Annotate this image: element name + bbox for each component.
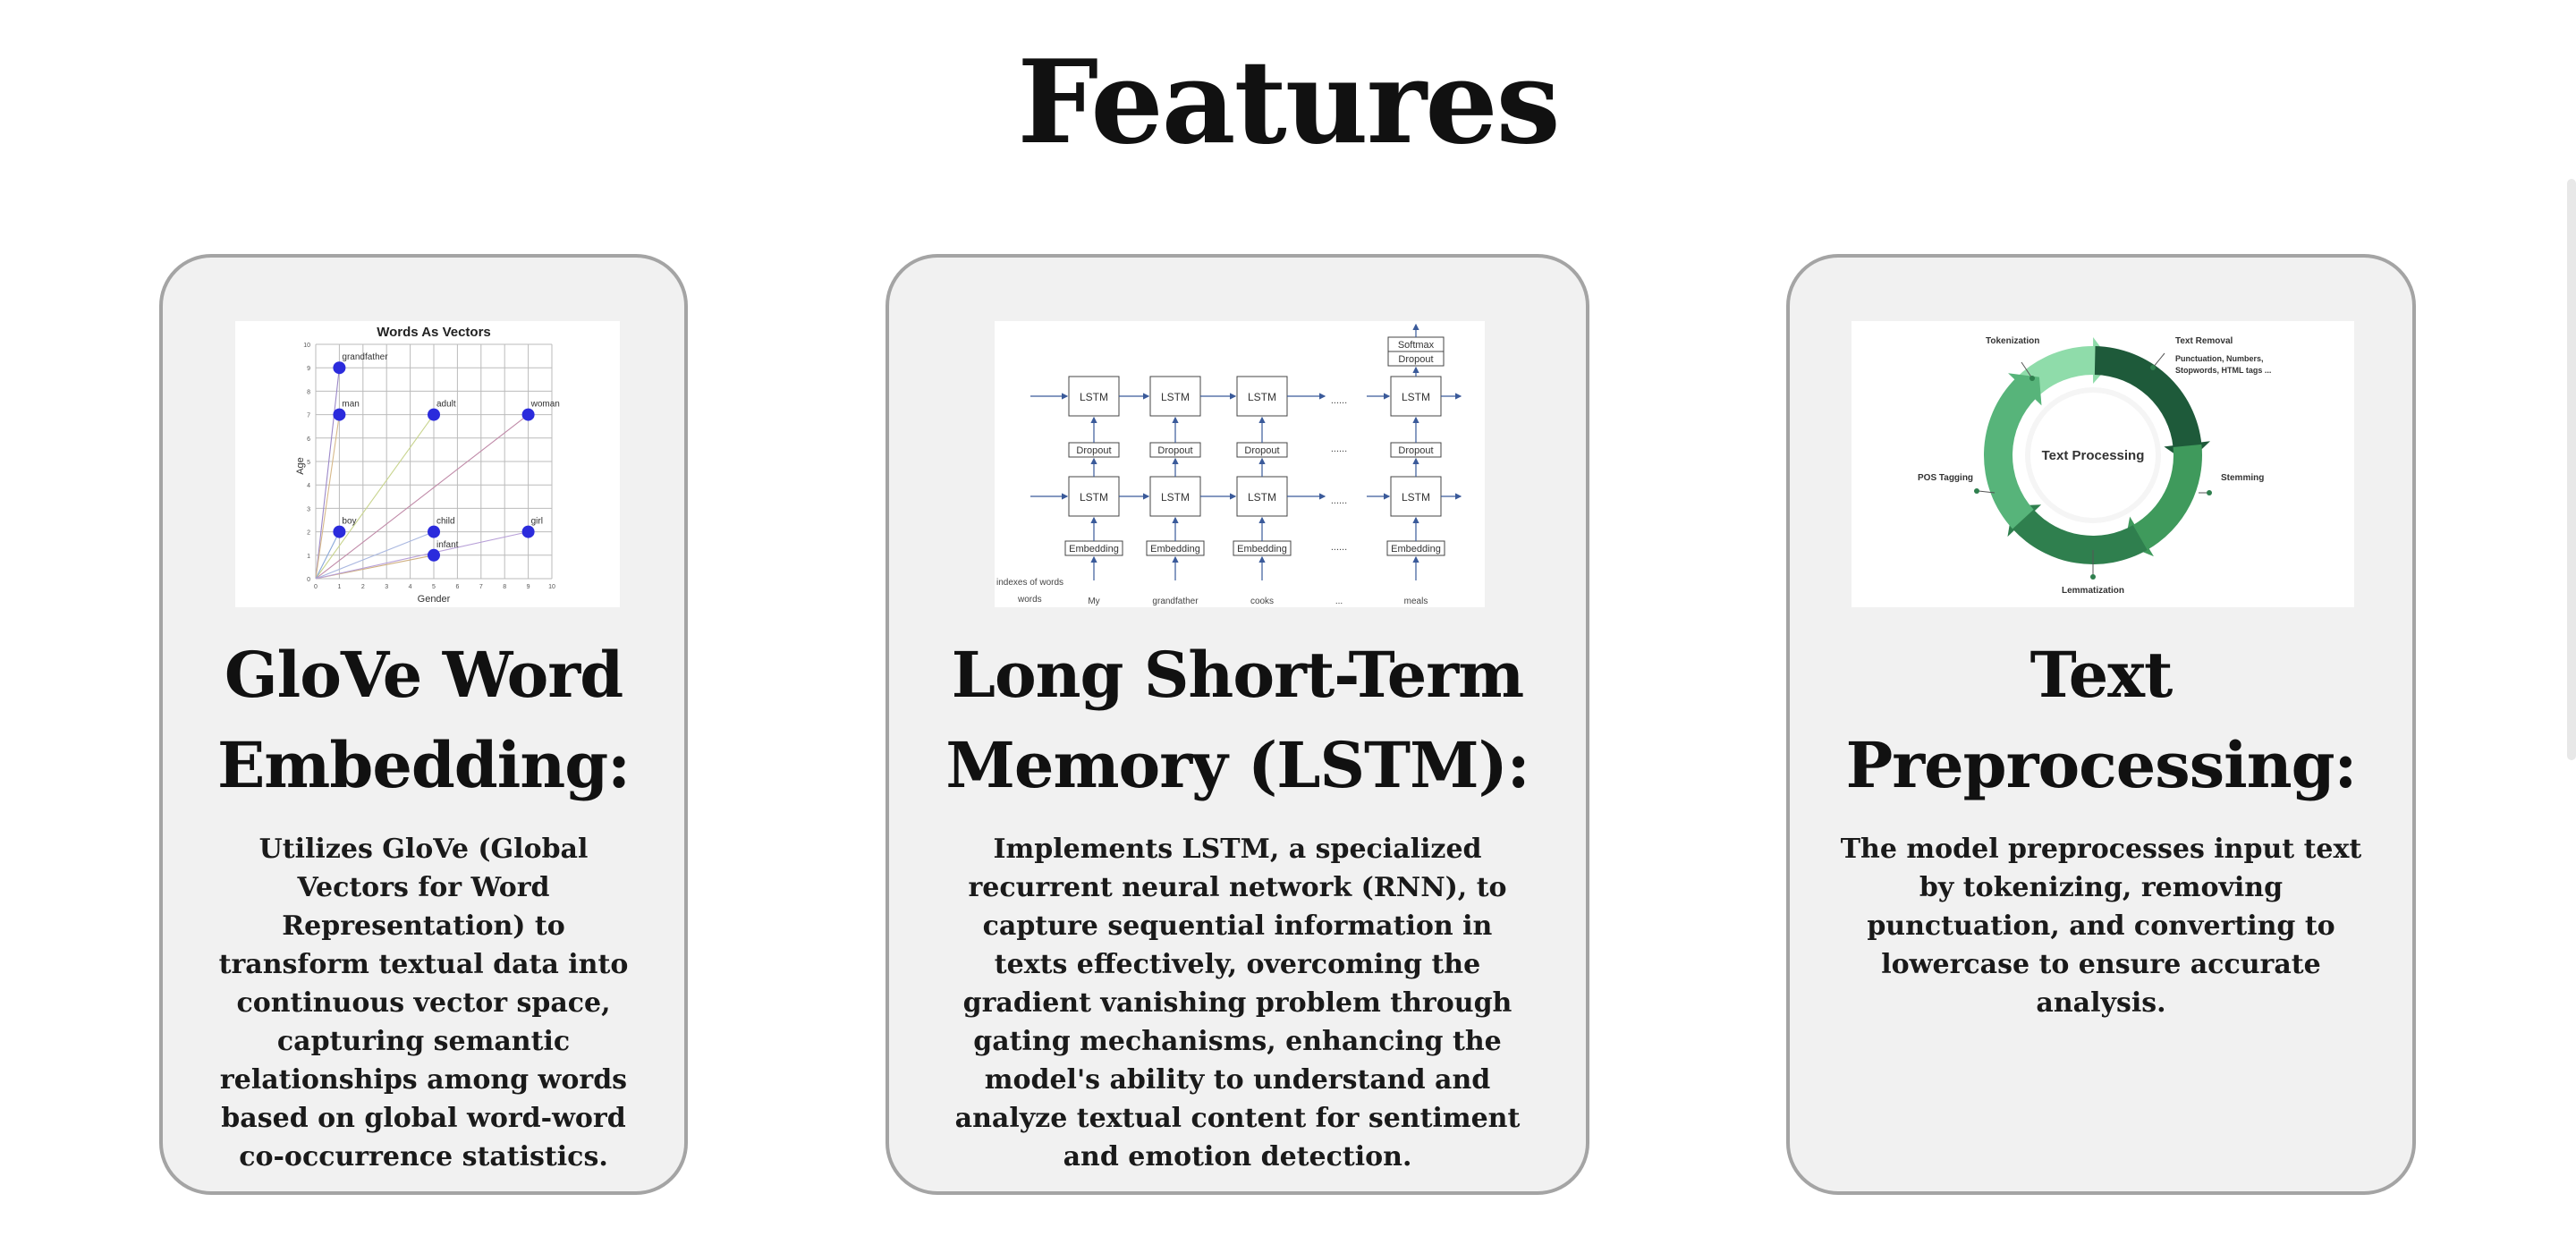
glove-point: [333, 361, 346, 375]
card-title: Text Preprocessing:: [1845, 638, 2358, 802]
glove-y-tick: 9: [307, 366, 310, 372]
glove-ylabel: Age: [295, 457, 306, 475]
glove-vector-line: [315, 414, 529, 580]
glove-point-label: grandfather: [342, 352, 388, 362]
glove-figure: Words As Vectors 0 0 1 1 2 2 3 3 4 4 5 5 6 6 7 7 8 8 9 9 10 1…: [235, 321, 620, 607]
lstm-cell-label: LSTM: [1161, 391, 1190, 403]
card-title: Long Short-Term Memory (LSTM):: [945, 638, 1530, 802]
embedding-label: Embedding: [1150, 544, 1200, 555]
ellipsis-top: ......: [1331, 395, 1347, 406]
feature-card-preprocessing: Text Processing Tokenization Text Remova…: [1786, 254, 2416, 1195]
lstm-cell-label: LSTM: [1080, 391, 1108, 403]
text-removal-detail: Punctuation, Numbers,: [2175, 354, 2264, 363]
word-label: My: [1088, 597, 1099, 606]
ellipsis-bottom: ......: [1331, 495, 1347, 506]
embedding-label: Embedding: [1391, 544, 1441, 555]
lstm-cell-label: LSTM: [1402, 391, 1430, 403]
dropout-label: Dropout: [1157, 445, 1192, 456]
glove-y-tick: 0: [307, 577, 310, 583]
lstm-cell-label: LSTM: [1161, 491, 1190, 504]
lstm-cell-label: LSTM: [1080, 491, 1108, 504]
dropout-label: Dropout: [1398, 445, 1433, 456]
glove-vector-line: [315, 368, 340, 580]
glove-point: [428, 548, 440, 562]
dropout-label: Dropout: [1076, 445, 1111, 456]
glove-point-label: adult: [436, 400, 456, 410]
glove-x-tick: 10: [548, 584, 555, 590]
preprocessing-figure: Text Processing Tokenization Text Remova…: [1852, 321, 2354, 607]
lstm-figure: LSTM Dropout LSTM Embedding LSTM Dropout LSTM E…: [995, 321, 1485, 607]
glove-y-tick: 7: [307, 413, 310, 419]
glove-y-tick: 8: [307, 389, 310, 395]
word-label: cooks: [1250, 597, 1274, 606]
tokenization-label: Tokenization: [1986, 336, 2039, 346]
glove-x-tick: 3: [385, 584, 388, 590]
ellipsis-dropout: ......: [1331, 444, 1347, 454]
glove-y-tick: 6: [307, 436, 310, 443]
lstm-cell-label: LSTM: [1248, 391, 1276, 403]
glove-point-label: boy: [342, 517, 356, 527]
glove-point: [521, 408, 535, 421]
lstm-cell-label: LSTM: [1402, 491, 1430, 504]
glove-y-tick: 10: [303, 343, 310, 349]
glove-y-tick: 2: [307, 530, 310, 537]
glove-x-tick: 2: [361, 584, 365, 590]
glove-point-label: child: [436, 517, 455, 527]
glove-y-tick: 4: [307, 483, 310, 489]
text-removal-label: Text Removal: [2175, 336, 2233, 346]
glove-vector-line: [315, 414, 340, 580]
card-title: GloVe Word Embedding:: [216, 638, 631, 802]
glove-point-label: woman: [530, 400, 560, 410]
word-label: ...: [1335, 597, 1343, 606]
page-title: Features: [1017, 36, 1560, 170]
softmax-label: Softmax: [1398, 340, 1435, 351]
glove-y-tick: 3: [307, 506, 310, 512]
glove-x-tick: 9: [527, 584, 530, 590]
row-label-words: words: [1017, 595, 1042, 605]
glove-x-tick: 7: [479, 584, 483, 590]
glove-point-label: girl: [531, 517, 543, 527]
pos-tagging-label: POS Tagging: [1918, 473, 1973, 483]
glove-x-tick: 1: [337, 584, 341, 590]
glove-x-tick: 6: [455, 584, 459, 590]
glove-point: [428, 525, 440, 538]
ellipsis-embedding: ......: [1331, 542, 1347, 553]
word-label: meals: [1404, 597, 1428, 606]
feature-card-lstm: LSTM Dropout LSTM Embedding LSTM Dropout LSTM E…: [886, 254, 1589, 1195]
glove-x-tick: 8: [503, 584, 506, 590]
glove-point: [333, 408, 346, 421]
glove-x-tick: 5: [432, 584, 436, 590]
embedding-label: Embedding: [1237, 544, 1287, 555]
page-scrollbar[interactable]: [2567, 179, 2576, 760]
glove-xlabel: Gender: [418, 594, 451, 605]
stemming-label: Stemming: [2221, 473, 2264, 483]
glove-point: [521, 525, 535, 538]
top-dropout-label: Dropout: [1398, 354, 1433, 365]
glove-y-tick: 1: [307, 554, 310, 560]
text-removal-detail: Stopwords, HTML tags ...: [2175, 366, 2271, 375]
glove-x-tick: 4: [409, 584, 412, 590]
center-label: Text Processing: [2042, 448, 2145, 463]
card-description: The model preprocesses input text by tok…: [1840, 834, 2362, 1019]
lemmatization-label: Lemmatization: [2062, 586, 2124, 596]
card-description: Implements LSTM, a specialized recurrent…: [954, 834, 1521, 1173]
card-description: Utilizes GloVe (Global Vectors for Word …: [218, 834, 629, 1173]
glove-point: [428, 408, 440, 421]
glove-figure-title: Words As Vectors: [377, 325, 491, 340]
glove-y-tick: 5: [307, 460, 310, 466]
glove-point: [333, 525, 346, 538]
glove-x-tick: 0: [314, 584, 318, 590]
embedding-label: Embedding: [1069, 544, 1119, 555]
row-label-indexes: indexes of words: [996, 578, 1063, 588]
feature-card-glove: Words As Vectors 0 0 1 1 2 2 3 3 4 4 5 5 6 6 7 7 8 8 9 9 10 1…: [159, 254, 688, 1195]
glove-point-label: man: [342, 400, 359, 410]
glove-vector-line: [315, 414, 435, 580]
lstm-cell-label: LSTM: [1248, 491, 1276, 504]
glove-point-label: infant: [436, 540, 459, 550]
dropout-label: Dropout: [1244, 445, 1279, 456]
word-label: grandfather: [1152, 597, 1199, 606]
